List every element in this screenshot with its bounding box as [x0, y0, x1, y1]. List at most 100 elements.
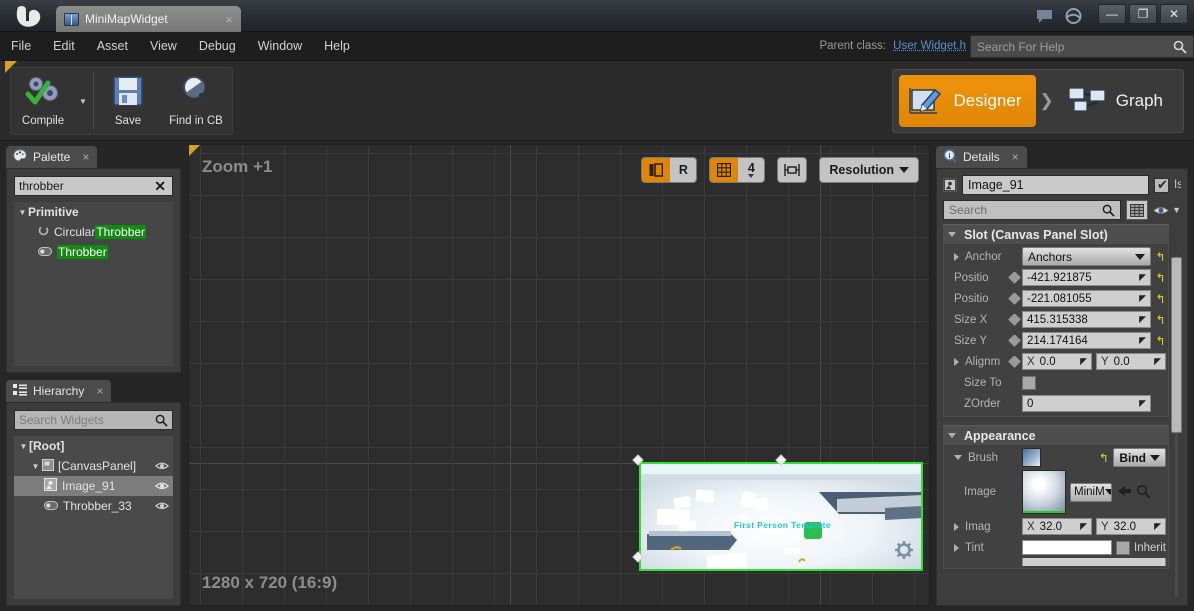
partial-property-field[interactable]: [1022, 558, 1166, 566]
close-icon[interactable]: ×: [96, 384, 103, 398]
expander-icon[interactable]: [954, 543, 959, 552]
save-button[interactable]: Save: [96, 68, 160, 134]
anchors-dropdown[interactable]: Anchors: [1022, 247, 1151, 266]
widget-name-input[interactable]: Image_91: [962, 175, 1149, 195]
size-to-content-checkbox[interactable]: [1022, 375, 1036, 390]
maximize-button[interactable]: ❐: [1129, 4, 1157, 24]
details-search-input[interactable]: Search: [943, 200, 1122, 220]
minimize-button[interactable]: —: [1098, 4, 1126, 24]
drag-slider-icon[interactable]: ◤: [1154, 521, 1161, 532]
designer-viewport[interactable]: Zoom +1 1280 x 720 (16:9) R 4 Resolution…: [188, 144, 930, 606]
revert-icon[interactable]: ↰: [1155, 292, 1166, 306]
find-icon[interactable]: [1136, 484, 1151, 501]
hierarchy-row-throbber33[interactable]: Throbber_33: [14, 496, 173, 516]
bind-pin-icon[interactable]: [1008, 313, 1021, 326]
menu-file[interactable]: File: [0, 32, 42, 61]
alignment-x-input[interactable]: X 0.0 ◤: [1022, 353, 1092, 370]
bind-pin-icon[interactable]: [1008, 355, 1021, 368]
image-size-x-input[interactable]: X 32.0 ◤: [1022, 518, 1092, 535]
expander-icon[interactable]: ▼: [30, 462, 41, 471]
compile-dropdown-caret-icon[interactable]: ▼: [75, 68, 91, 134]
details-display-grid-icon[interactable]: [1126, 200, 1149, 220]
browse-icon[interactable]: [1116, 484, 1132, 501]
revert-icon[interactable]: ↰: [1155, 250, 1166, 264]
selected-widget-preview[interactable]: First Person Template: [632, 454, 923, 571]
tab-hierarchy[interactable]: Hierarchy ×: [6, 380, 112, 402]
tab-details[interactable]: i Details ×: [936, 146, 1027, 168]
palette-category-primitive[interactable]: ▼ Primitive: [14, 202, 173, 222]
size-x-input[interactable]: 415.315338 ◤: [1022, 311, 1151, 328]
hierarchy-row-root[interactable]: ▼ [Root]: [14, 436, 173, 456]
grid-snap-size-selector[interactable]: 4: [738, 158, 765, 182]
r-toggle-button[interactable]: R: [670, 158, 697, 182]
drag-slider-icon[interactable]: ◤: [1080, 356, 1087, 367]
image-asset-thumbnail[interactable]: [1022, 470, 1066, 514]
marketplace-icon[interactable]: [1065, 8, 1082, 24]
category-header-slot[interactable]: Slot (Canvas Panel Slot): [943, 224, 1169, 244]
position-x-input[interactable]: -421.921875 ◤: [1022, 269, 1151, 286]
size-y-input[interactable]: 214.174164 ◤: [1022, 332, 1151, 349]
bind-pin-icon[interactable]: [1008, 271, 1021, 284]
palette-item-circular-throbber[interactable]: Circular Throbber: [14, 222, 173, 242]
details-scrollbar-thumb[interactable]: [1171, 257, 1182, 433]
expander-icon[interactable]: ▼: [18, 442, 29, 451]
compile-button[interactable]: Compile: [11, 68, 75, 134]
expander-icon[interactable]: [954, 454, 962, 464]
menu-asset[interactable]: Asset: [86, 32, 139, 61]
palette-item-throbber[interactable]: Throbber: [14, 242, 173, 262]
clear-icon[interactable]: ✕: [152, 178, 168, 195]
details-properties-scroll[interactable]: Slot (Canvas Panel Slot) Anchor Anchors …: [943, 224, 1169, 601]
revert-icon[interactable]: ↰: [1098, 451, 1109, 465]
widget-outline-icon[interactable]: [777, 157, 808, 183]
image-asset-dropdown[interactable]: MiniM: [1070, 482, 1112, 502]
hierarchy-search-input[interactable]: Search Widgets: [14, 410, 173, 430]
revert-icon[interactable]: ↰: [1155, 271, 1166, 285]
tint-inherit-checkbox[interactable]: [1116, 540, 1131, 555]
menu-window[interactable]: Window: [247, 32, 313, 61]
expander-icon[interactable]: [948, 231, 956, 241]
menu-debug[interactable]: Debug: [188, 32, 247, 61]
menu-help[interactable]: Help: [313, 32, 361, 61]
help-search-input[interactable]: Search For Help: [970, 35, 1194, 58]
visibility-eye-icon[interactable]: [155, 460, 169, 472]
revert-icon[interactable]: ↰: [1155, 313, 1166, 327]
grid-icon[interactable]: [710, 158, 739, 182]
drag-slider-icon[interactable]: ◤: [1080, 521, 1087, 532]
close-icon[interactable]: ×: [1012, 150, 1019, 164]
feedback-icon[interactable]: [1036, 8, 1053, 24]
palette-search-input[interactable]: throbber ✕: [14, 176, 173, 196]
revert-icon[interactable]: ↰: [1155, 334, 1166, 348]
document-tab-minimapwidget[interactable]: MiniMapWidget ×: [56, 6, 241, 32]
hierarchy-row-image91[interactable]: Image_91: [14, 476, 173, 496]
is-variable-checkbox[interactable]: [1154, 177, 1169, 193]
tab-graph[interactable]: Graph: [1058, 75, 1177, 127]
expander-icon[interactable]: [948, 432, 956, 442]
bind-pin-icon[interactable]: [1008, 292, 1021, 305]
fill-screen-icon[interactable]: [642, 158, 671, 182]
bind-pin-icon[interactable]: [1008, 334, 1021, 347]
category-header-appearance[interactable]: Appearance: [943, 425, 1169, 445]
brush-bind-button[interactable]: Bind: [1113, 448, 1166, 467]
expander-icon[interactable]: [954, 357, 959, 366]
tab-palette[interactable]: Palette ×: [6, 146, 98, 168]
expander-icon[interactable]: ▼: [17, 208, 28, 217]
visibility-eye-icon[interactable]: [155, 500, 169, 512]
brush-thumbnail[interactable]: [1022, 448, 1041, 467]
hierarchy-row-canvaspanel[interactable]: ▼ [CanvasPanel]: [14, 456, 173, 476]
resolution-dropdown-button[interactable]: Resolution: [819, 157, 919, 183]
image-size-y-input[interactable]: Y 32.0 ◤: [1096, 518, 1166, 535]
drag-slider-icon[interactable]: ◤: [1139, 314, 1146, 325]
drag-slider-icon[interactable]: ◤: [1139, 293, 1146, 304]
zorder-input[interactable]: 0 ◤: [1022, 395, 1151, 412]
menu-edit[interactable]: Edit: [42, 32, 86, 61]
close-icon[interactable]: ×: [82, 150, 89, 164]
parent-class-link[interactable]: User Widget.h: [893, 40, 966, 52]
drag-slider-icon[interactable]: ◤: [1139, 335, 1146, 346]
drag-slider-icon[interactable]: ◤: [1154, 356, 1161, 367]
find-in-cb-button[interactable]: Find in CB: [160, 68, 232, 134]
tab-designer[interactable]: Designer: [899, 75, 1036, 127]
close-button[interactable]: ✕: [1160, 4, 1188, 24]
alignment-y-input[interactable]: Y 0.0 ◤: [1096, 353, 1166, 370]
close-icon[interactable]: ×: [225, 12, 233, 27]
drag-slider-icon[interactable]: ◤: [1139, 272, 1146, 283]
